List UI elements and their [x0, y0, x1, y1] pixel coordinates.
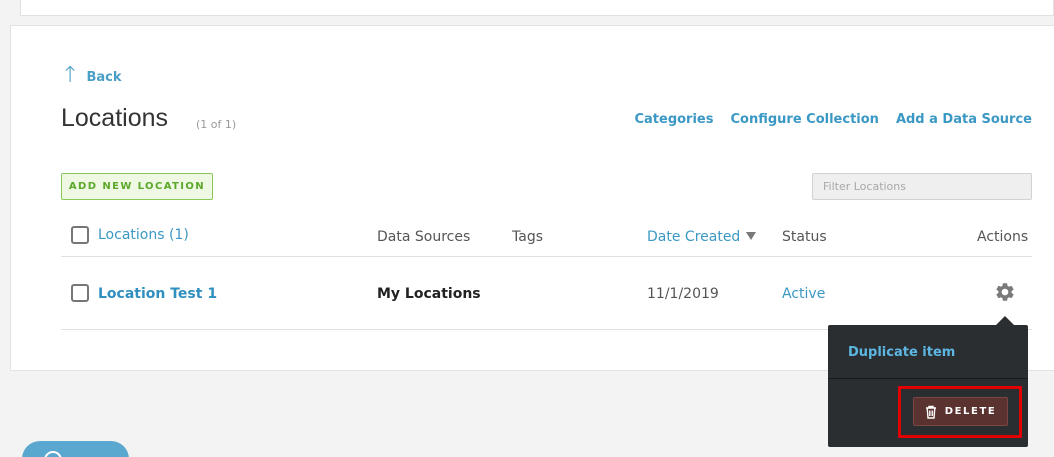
duplicate-item-option[interactable]: Duplicate item — [848, 345, 955, 360]
actions-menu-caret — [996, 316, 1014, 325]
row-data-sources: My Locations — [377, 286, 481, 302]
trash-icon — [925, 405, 936, 419]
add-data-source-link[interactable]: Add a Data Source — [896, 112, 1032, 127]
menu-divider — [828, 378, 1028, 379]
header-divider — [61, 256, 1032, 257]
filter-locations-input[interactable] — [812, 173, 1032, 200]
back-link[interactable]: ↑ Back — [61, 65, 121, 87]
row-status[interactable]: Active — [782, 286, 825, 302]
date-created-label: Date Created — [647, 229, 741, 245]
delete-label: DELETE — [944, 406, 997, 417]
row-checkbox[interactable] — [71, 284, 89, 302]
delete-button[interactable]: DELETE — [913, 397, 1008, 426]
location-name-link[interactable]: Location Test 1 — [98, 286, 217, 302]
page-title: Locations — [61, 104, 169, 132]
header-links: Categories Configure Collection Add a Da… — [634, 112, 1032, 127]
sort-descending-icon — [746, 232, 757, 240]
actions-menu: Duplicate item DELETE — [828, 325, 1028, 447]
column-header-actions: Actions — [977, 229, 1029, 245]
add-new-location-button[interactable]: ADD NEW LOCATION — [61, 173, 213, 200]
back-label: Back — [86, 70, 122, 85]
column-header-date-created[interactable]: Date Created — [647, 229, 757, 245]
column-header-status[interactable]: Status — [782, 229, 827, 245]
configure-collection-link[interactable]: Configure Collection — [730, 112, 878, 127]
column-header-data-sources[interactable]: Data Sources — [377, 229, 470, 245]
page-count: (1 of 1) — [196, 118, 237, 131]
select-all-checkbox[interactable] — [71, 226, 89, 244]
column-header-locations[interactable]: Locations (1) — [98, 227, 189, 243]
gear-icon[interactable] — [994, 281, 1016, 303]
column-header-tags[interactable]: Tags — [512, 229, 543, 245]
arrow-up-icon: ↑ — [61, 63, 80, 88]
categories-link[interactable]: Categories — [634, 112, 713, 127]
top-panel-edge — [20, 0, 1054, 16]
help-icon — [44, 451, 62, 457]
help-button[interactable] — [22, 441, 129, 457]
row-date-created: 11/1/2019 — [647, 286, 719, 302]
